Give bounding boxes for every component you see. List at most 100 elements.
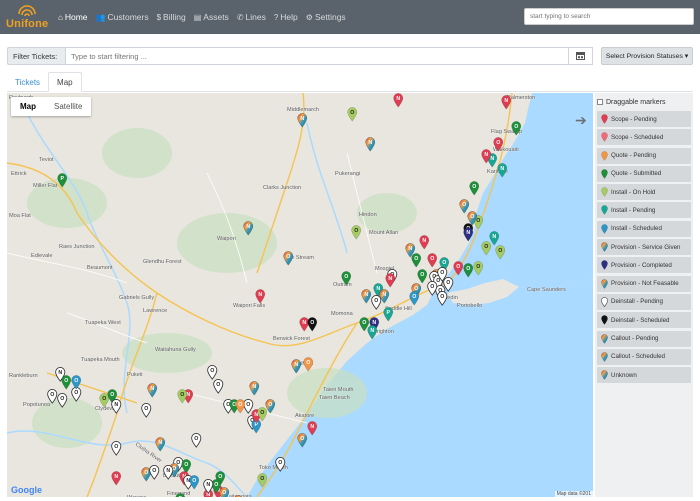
draggable-markers-option[interactable]: Draggable markers bbox=[597, 97, 691, 107]
ticket-marker-label: O bbox=[310, 320, 314, 326]
arrow-right-icon[interactable]: ➔ bbox=[575, 112, 587, 129]
legend-item-provision-servicegiven[interactable]: Provision - Service Given bbox=[597, 239, 691, 256]
ticket-marker-label: O bbox=[430, 284, 434, 290]
ticket-marker-label: N bbox=[114, 402, 118, 408]
ticket-marker-label: O bbox=[60, 396, 64, 402]
legend-item-install-onhold[interactable]: Install - On Hold bbox=[597, 184, 691, 201]
users-icon: 👥 bbox=[95, 12, 106, 22]
place-label: Waitahuna Gully bbox=[155, 347, 196, 353]
nav-item-billing[interactable]: $ Billing bbox=[157, 12, 186, 22]
nav-item-label: Help bbox=[280, 12, 298, 22]
phone-icon: ✆ bbox=[236, 12, 244, 22]
legend-item-callout-pending[interactable]: Callout - Pending bbox=[597, 330, 691, 347]
ticket-marker-label: O bbox=[74, 378, 78, 384]
ticket-marker-label: O bbox=[110, 392, 114, 398]
nav-item-help[interactable]: ? Help bbox=[274, 12, 298, 22]
ticket-marker-label: O bbox=[414, 256, 418, 262]
global-search-input[interactable] bbox=[524, 8, 694, 25]
ticket-marker-label: O bbox=[354, 228, 358, 234]
draggable-markers-checkbox[interactable] bbox=[597, 99, 603, 105]
ticket-marker-label: O bbox=[514, 124, 518, 130]
ticket-marker-label: O bbox=[420, 272, 424, 278]
legend-item-unknown[interactable]: Unknown bbox=[597, 367, 691, 384]
place-label: Puketi bbox=[127, 372, 143, 378]
place-label: Momona bbox=[331, 311, 354, 317]
clear-filter-button[interactable] bbox=[569, 47, 593, 65]
ticket-marker-label: O bbox=[260, 410, 264, 416]
ticket-marker-label: O bbox=[496, 140, 500, 146]
legend-item-label: Install - Pending bbox=[611, 206, 656, 214]
nav-item-assets[interactable]: ▤ Assets bbox=[194, 12, 229, 22]
ticket-marker-label: N bbox=[158, 440, 162, 446]
nav-item-lines[interactable]: ✆ Lines bbox=[237, 12, 266, 22]
legend-item-label: Quote - Pending bbox=[611, 152, 657, 160]
place-label: Middlemarch bbox=[287, 107, 319, 113]
legend-item-provision-completed[interactable]: Provision - Completed bbox=[597, 257, 691, 274]
ticket-marker-label: N bbox=[484, 152, 488, 158]
legend-item-install-scheduled[interactable]: Install - Scheduled bbox=[597, 220, 691, 237]
tab-map[interactable]: Map bbox=[48, 72, 82, 92]
tab-tickets[interactable]: Tickets bbox=[7, 72, 48, 92]
ticket-marker-label: N bbox=[388, 276, 392, 282]
status-legend: Draggable markers Scope - Pending Scope -… bbox=[595, 93, 693, 497]
place-label: Berwick Forest bbox=[273, 336, 310, 342]
legend-item-provision-notfeasible[interactable]: Provision - Not Feasable bbox=[597, 275, 691, 292]
ticket-marker-label: N bbox=[58, 370, 62, 376]
nav-item-label: Settings bbox=[314, 12, 346, 22]
main-nav: ⌂ Home 👥 Customers $ Billing ▤ Assets ✆ Lines ? Hel… bbox=[58, 0, 354, 34]
place-label: Tuapeka Mouth bbox=[81, 357, 120, 363]
ticket-marker-label: O bbox=[144, 406, 148, 412]
map-pin-icon bbox=[601, 315, 608, 326]
legend-item-scope-scheduled[interactable]: Scope - Scheduled bbox=[597, 129, 691, 146]
legend-item-label: Provision - Service Given bbox=[611, 243, 681, 251]
ticket-marker-label: P bbox=[386, 310, 390, 316]
place-label: Akatore bbox=[295, 413, 314, 419]
map-type-map-button[interactable]: Map bbox=[11, 97, 45, 116]
map-canvas[interactable]: RoxburghEttrickMiller FlatTeviotMoa Flat… bbox=[7, 93, 593, 497]
dollar-icon: $ bbox=[156, 12, 162, 22]
ticket-marker-label: O bbox=[152, 468, 156, 474]
ticket-marker-label: O bbox=[300, 436, 304, 442]
ticket-marker-label: N bbox=[408, 246, 412, 252]
legend-item-quote-pending[interactable]: Quote - Pending bbox=[597, 147, 691, 164]
filter-label: Filter Tickets: bbox=[7, 47, 65, 65]
legend-item-label: Scope - Pending bbox=[611, 115, 657, 123]
place-label: Beaumont bbox=[87, 265, 113, 271]
ticket-marker[interactable]: O bbox=[219, 487, 230, 497]
ticket-filter-group: Filter Tickets: bbox=[7, 47, 593, 65]
legend-item-install-pending[interactable]: Install - Pending bbox=[597, 202, 691, 219]
map-pin-icon bbox=[601, 242, 608, 252]
legend-item-deinstall-pending[interactable]: Deinstall - Pending bbox=[597, 293, 691, 310]
place-label: Hindon bbox=[359, 212, 377, 218]
nav-item-settings[interactable]: ⚙ Settings bbox=[306, 12, 346, 22]
map-pin-icon bbox=[601, 260, 608, 271]
map-attribution[interactable]: Map data ©201 bbox=[554, 491, 593, 497]
place-label: Moa Flat bbox=[9, 213, 31, 219]
ticket-marker-label: N bbox=[364, 292, 368, 298]
server-icon: ▤ bbox=[193, 12, 202, 22]
map-pin-icon bbox=[601, 333, 608, 344]
place-label: Rankleburn bbox=[9, 373, 38, 379]
nav-item-home[interactable]: ⌂ Home bbox=[58, 12, 88, 22]
ticket-marker-label: O bbox=[114, 444, 118, 450]
ticket-marker-label: N bbox=[246, 224, 250, 230]
nav-item-customers[interactable]: 👥 Customers bbox=[96, 12, 149, 22]
ticket-marker-label: N bbox=[490, 156, 494, 162]
brand-logo[interactable]: Unifone bbox=[6, 4, 52, 32]
legend-item-label: Install - On Hold bbox=[611, 188, 656, 196]
legend-item-callout-scheduled[interactable]: Callout - Scheduled bbox=[597, 348, 691, 365]
place-label: Gabriels Gully bbox=[119, 295, 154, 301]
home-icon: ⌂ bbox=[58, 12, 63, 22]
legend-item-deinstall-scheduled[interactable]: Deinstall - Scheduled bbox=[597, 312, 691, 329]
legend-item-label: Callout - Scheduled bbox=[611, 353, 666, 361]
ticket-marker-label: N bbox=[368, 140, 372, 146]
ticket-marker-label: O bbox=[436, 278, 440, 284]
filter-tickets-input[interactable] bbox=[65, 47, 569, 65]
select-provision-statuses-button[interactable]: Select Provision Statuses ▾ bbox=[601, 47, 693, 65]
place-label: Pukerangi bbox=[335, 171, 360, 177]
map-type-satellite-button[interactable]: Satellite bbox=[45, 97, 91, 116]
legend-item-scope-pending[interactable]: Scope - Pending bbox=[597, 111, 691, 127]
map-pin-icon bbox=[601, 297, 608, 307]
legend-item-quote-submitted[interactable]: Quote - Submitted bbox=[597, 165, 691, 182]
ticket-marker-label: O bbox=[412, 294, 416, 300]
